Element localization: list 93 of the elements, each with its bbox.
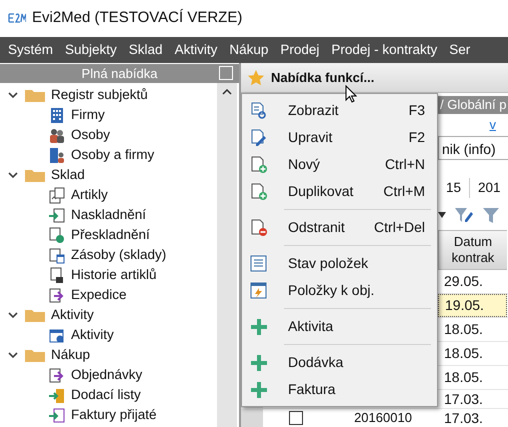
table-cell: 20160010 (354, 410, 412, 426)
menu-item[interactable]: Dodávka (244, 349, 435, 376)
window-title: Evi2Med (TESTOVACÍ VERZE) (32, 8, 242, 28)
folder-icon (24, 87, 46, 103)
tree-item[interactable]: Nákup (51, 344, 90, 366)
article-icon (48, 186, 65, 204)
tree-item[interactable]: Osoby a firmy (71, 144, 154, 166)
document-add-icon (250, 182, 268, 200)
filter-icon[interactable] (482, 206, 500, 224)
shortcut-text: F3 (408, 101, 426, 120)
dispatch-icon (48, 286, 65, 304)
folder-icon (24, 347, 46, 363)
tree-item[interactable]: Dodací listy (71, 384, 141, 406)
menu-item[interactable]: Duplikovat Ctrl+M (244, 178, 435, 205)
tree-item[interactable]: Aktivity (71, 324, 114, 346)
menu-item[interactable]: Položky k obj. (244, 277, 435, 304)
app-logo-icon (8, 12, 26, 24)
table-cell[interactable]: 18.05. (438, 342, 507, 365)
combo-field[interactable]: nik (info) (438, 136, 508, 160)
tree-item[interactable]: Naskladnění (71, 204, 146, 226)
menu-item[interactable]: Ser (443, 40, 476, 60)
menu-item[interactable]: Upravit F2 (244, 124, 435, 151)
tree-item[interactable]: Registr subjektů (51, 84, 148, 106)
plus-icon (250, 380, 268, 398)
delivery-icon (48, 386, 65, 404)
shortcut-text: Ctrl+N (384, 155, 426, 174)
menu-item[interactable]: Odstranit Ctrl+Del (244, 214, 435, 241)
scrollbar[interactable] (217, 83, 237, 427)
order-list-icon (250, 282, 268, 300)
menu-item[interactable]: Faktura (244, 376, 435, 403)
menu-item[interactable]: Systém (2, 40, 60, 60)
breadcrumb: / Globální p (438, 96, 508, 114)
person-icon (48, 126, 65, 144)
tree-item[interactable]: Expedice (71, 284, 127, 306)
menu-item[interactable]: Nákup (223, 40, 274, 60)
list-icon (250, 254, 268, 272)
tree-item[interactable]: Firmy (71, 104, 105, 126)
document-edit-icon (250, 128, 268, 146)
history-icon (48, 266, 65, 284)
tree-item[interactable]: Artikly (71, 184, 108, 206)
table-cell[interactable]: 17.03. (438, 409, 507, 427)
column-header[interactable]: Datum kontrak (438, 230, 507, 270)
activity-icon (48, 326, 65, 344)
tree-item[interactable]: Aktivity (51, 304, 94, 326)
checkbox[interactable] (288, 411, 302, 425)
company-icon (48, 106, 65, 124)
menu-item[interactable]: Sklad (122, 40, 169, 60)
year-tab[interactable]: 201 (469, 178, 508, 198)
document-remove-icon (250, 218, 268, 236)
invoice-icon (48, 406, 65, 424)
table-cell[interactable]: 19.05. (438, 294, 507, 317)
tree-item[interactable]: Zásoby (sklady) (71, 244, 166, 266)
table-cell[interactable]: 18.05. (438, 366, 507, 389)
menu-item[interactable]: Stav položek (244, 250, 435, 277)
plus-icon (250, 318, 268, 336)
folder-icon (24, 167, 46, 183)
tree-item[interactable]: Faktury přijaté (71, 404, 157, 426)
transfer-icon (48, 226, 65, 244)
stock-icon (48, 246, 65, 264)
menu-item[interactable]: Subjekty (59, 40, 123, 60)
document-search-icon (250, 102, 268, 120)
filter-edit-icon[interactable] (454, 206, 474, 224)
table-cell[interactable]: 17.03. (438, 390, 507, 408)
shortcut-text: Ctrl+Del (374, 218, 426, 237)
tree-item[interactable]: Historie artiklů (71, 264, 157, 286)
panel-title: Plná nabídka (82, 64, 158, 83)
shortcut-text: Ctrl+M (383, 182, 426, 201)
menu-item[interactable]: Aktivita (244, 313, 435, 340)
menu-item[interactable]: Aktivity (168, 40, 224, 60)
minimize-button[interactable] (219, 66, 233, 80)
link[interactable]: v (490, 117, 496, 132)
table-cell[interactable]: 29.05. (438, 270, 507, 293)
menu-item[interactable]: Zobrazit F3 (244, 97, 435, 124)
caret-icon[interactable] (438, 212, 446, 218)
tree-item[interactable]: Přeskladnění (71, 224, 150, 246)
menu-item[interactable]: Prodej - kontrakty (325, 40, 444, 60)
plus-icon (250, 354, 268, 372)
tree-item[interactable]: Osoby (71, 124, 110, 146)
dispatch-icon (48, 366, 65, 384)
cursor-icon (345, 85, 357, 103)
year-tab[interactable]: 15 (438, 178, 470, 198)
folder-icon (24, 307, 46, 323)
document-add-icon (250, 156, 268, 174)
stock-in-icon (48, 206, 65, 224)
tree-item[interactable]: Objednávky (71, 364, 142, 386)
scroll-up-icon[interactable] (222, 89, 232, 95)
tree-item[interactable]: Sklad (51, 164, 85, 186)
menu-item[interactable]: Prodej (274, 40, 326, 60)
person-company-icon (48, 146, 65, 164)
menu-item[interactable]: Nový Ctrl+N (244, 151, 435, 178)
shortcut-text: F2 (408, 128, 426, 147)
table-cell[interactable]: 18.05. (438, 318, 507, 341)
star-icon (247, 69, 265, 86)
